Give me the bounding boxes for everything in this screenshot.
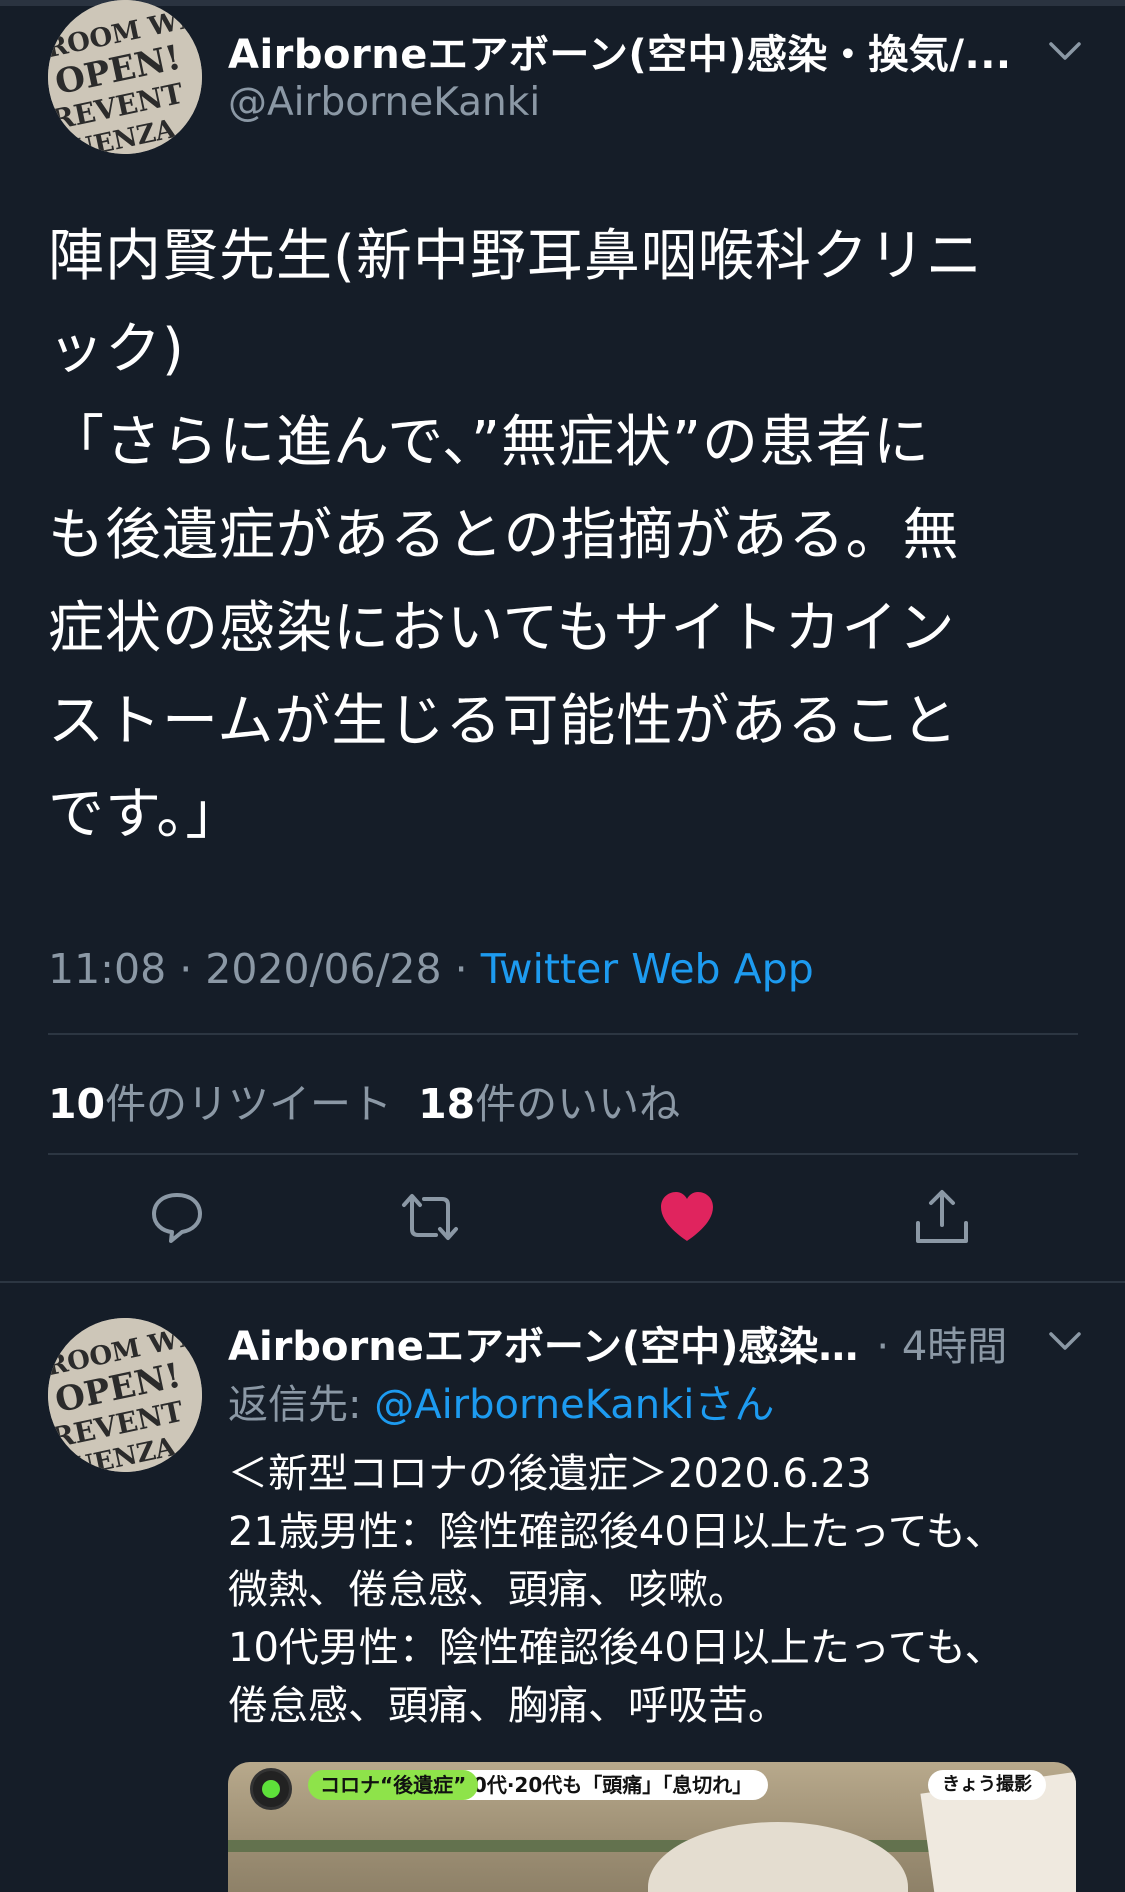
broadcast-logo-icon [250, 1768, 292, 1810]
retweet-icon[interactable] [398, 1185, 462, 1249]
author-avatar[interactable]: ROOM WIN OPEN! REVENT UENZA [48, 0, 202, 154]
author-handle[interactable]: @AirborneKanki [228, 80, 540, 125]
retweet-label: 件のリツイート [105, 1080, 393, 1128]
like-count: 18 [418, 1080, 476, 1128]
reply-time[interactable]: · 4時間 [876, 1324, 1007, 1370]
tweet-source-link[interactable]: Twitter Web App [481, 945, 814, 993]
media-caption-sub: 10代·20代も「頭痛」「息切れ」 [443, 1770, 769, 1800]
like-stat[interactable]: 18件のいいね [418, 1080, 680, 1128]
reply-header: Airborneエアボーン(空中)感染… · 4時間 [228, 1314, 1007, 1372]
reply-media-image[interactable]: 10代·20代も「頭痛」「息切れ」 コロナ“後遺症” きょう撮影 [228, 1762, 1076, 1892]
top-edge [0, 0, 1125, 6]
divider [48, 1153, 1078, 1155]
media-caption-main: コロナ“後遺症” [308, 1770, 479, 1800]
chevron-down-icon[interactable] [1045, 36, 1085, 66]
tweet-separator [0, 1281, 1125, 1283]
avatar-open-window-sign-icon: ROOM WIN OPEN! REVENT UENZA [48, 1318, 202, 1472]
reply-text: ＜新型コロナの後遺症＞2020.6.23 21歳男性：陰性確認後40日以上たって… [228, 1451, 1005, 1729]
reply-author-display-name[interactable]: Airborneエアボーン(空中)感染… [228, 1314, 858, 1372]
author-display-name[interactable]: Airborneエアボーン(空中)感染・換気/... [228, 22, 1018, 80]
engagement-stats: 10件のリツイート 18件のいいね [48, 1070, 680, 1130]
like-label: 件のいいね [475, 1080, 681, 1128]
reply-prefix: 返信先: [228, 1382, 375, 1428]
divider [48, 1033, 1078, 1035]
share-icon[interactable] [910, 1185, 974, 1249]
tweet-meta: 11:08 · 2020/06/28 · Twitter Web App [48, 945, 814, 993]
reply-author-avatar[interactable]: ROOM WIN OPEN! REVENT UENZA [48, 1318, 202, 1472]
tweet-text: 陣内賢先生(新中野耳鼻咽喉科クリニ ック) 「さらに進んで、”無症状”の患者に … [48, 224, 983, 847]
media-figure [648, 1822, 908, 1892]
replying-to: 返信先: @AirborneKankiさん [228, 1372, 774, 1430]
reply-icon[interactable] [145, 1185, 209, 1249]
chevron-down-icon[interactable] [1045, 1326, 1085, 1356]
tweet-date: 2020/06/28 [205, 945, 442, 993]
retweet-stat[interactable]: 10件のリツイート [48, 1080, 392, 1128]
media-caption-today: きょう撮影 [928, 1770, 1046, 1800]
heart-filled-icon[interactable] [655, 1185, 719, 1249]
meta-separator: · [179, 945, 193, 993]
tweet-actions [0, 1185, 1125, 1255]
avatar-open-window-sign-icon: ROOM WIN OPEN! REVENT UENZA [48, 0, 202, 154]
meta-separator: · [454, 945, 468, 993]
reply-mention-link[interactable]: @AirborneKankiさん [374, 1382, 774, 1428]
retweet-count: 10 [48, 1080, 106, 1128]
tweet-time: 11:08 [48, 945, 167, 993]
